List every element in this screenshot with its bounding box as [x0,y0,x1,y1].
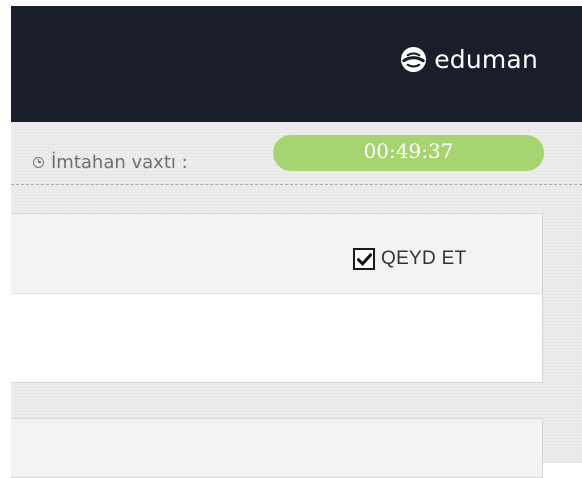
checkmark-icon [356,252,372,266]
eduman-logo-icon [401,46,427,72]
top-header: eduman [11,6,582,122]
exam-time-label: İmtahan vaxtı : [33,151,188,173]
section-divider [11,184,582,185]
clock-icon [33,156,44,168]
mark-question-label: QEYD ET [381,248,467,269]
exam-timer-badge: 00:49:37 [273,135,544,171]
brand-name: eduman [434,44,538,74]
mark-question-checkbox[interactable] [353,248,375,270]
question-card-header: QEYD ET [11,214,542,294]
exam-time-label-text: İmtahan vaxtı : [51,151,188,173]
question-card: QEYD ET [11,213,543,383]
mark-question-toggle[interactable]: QEYD ET [353,247,467,271]
next-question-card [11,418,543,478]
exam-timer-value: 00:49:37 [363,138,454,163]
question-card-body [11,294,542,382]
exam-content-area: İmtahan vaxtı : 00:49:37 QEYD ET [11,122,582,478]
brand-logo[interactable]: eduman [400,42,538,76]
